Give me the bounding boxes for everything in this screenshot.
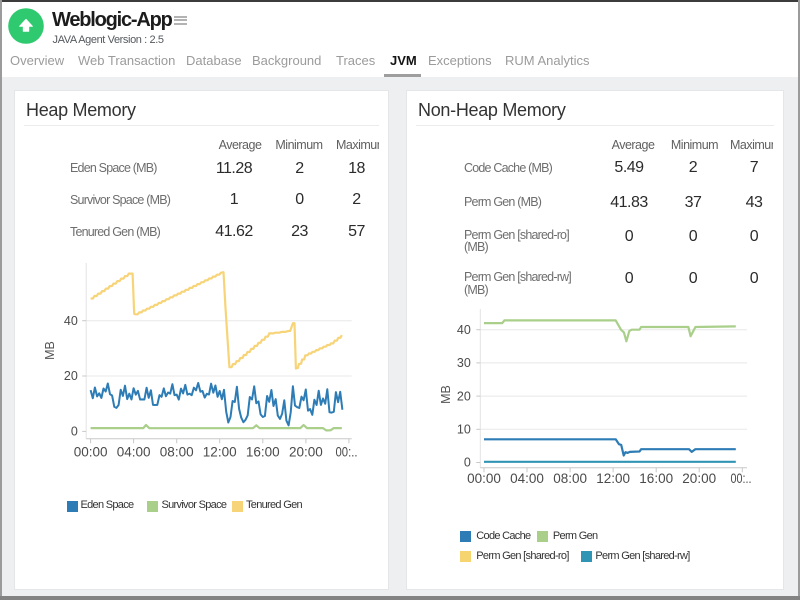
svg-text:20:00: 20:00 [682,471,716,486]
svg-text:12:00: 12:00 [203,445,237,460]
svg-text:04:00: 04:00 [117,445,151,460]
svg-text:12:00: 12:00 [596,471,630,486]
svg-text:0: 0 [464,456,471,470]
svg-text:00:00: 00:00 [467,471,501,486]
svg-text:16:00: 16:00 [246,445,280,460]
svg-text:08:00: 08:00 [160,445,194,460]
svg-text:MB: MB [439,385,453,404]
svg-text:00:00: 00:00 [74,445,108,460]
svg-text:10: 10 [457,423,471,437]
svg-text:0: 0 [71,425,78,439]
svg-text:40: 40 [64,314,78,328]
svg-text:40: 40 [457,323,471,337]
svg-text:20: 20 [457,389,471,403]
svg-text:08:00: 08:00 [553,471,587,486]
svg-text:04:00: 04:00 [510,471,544,486]
svg-text:00:..: 00:.. [731,471,752,486]
svg-text:20:00: 20:00 [289,445,323,460]
svg-text:MB: MB [43,341,57,360]
svg-text:00:..: 00:.. [336,445,358,460]
svg-text:30: 30 [457,356,471,370]
svg-text:16:00: 16:00 [639,471,673,486]
svg-text:20: 20 [64,369,78,383]
